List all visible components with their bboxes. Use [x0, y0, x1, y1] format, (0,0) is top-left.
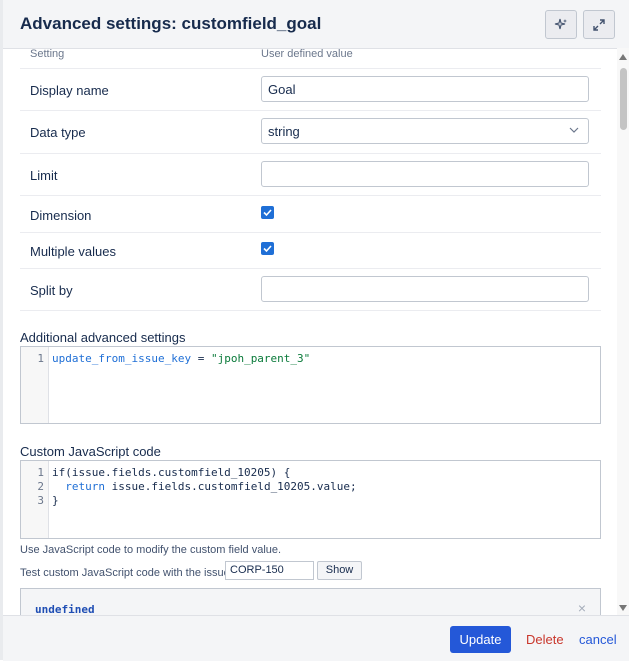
check-icon	[263, 209, 272, 217]
setting-row-display-name: Display name Goal	[20, 69, 601, 111]
line-gutter: 1 2 3	[21, 461, 49, 538]
test-result-value: undefined	[35, 603, 95, 615]
setting-row-data-type: Data type string	[20, 111, 601, 154]
setting-label: Limit	[30, 168, 58, 183]
test-result-panel: undefined ×	[20, 588, 601, 615]
display-name-input[interactable]: Goal	[261, 76, 589, 102]
line-gutter: 1	[21, 347, 49, 423]
delete-button[interactable]: Delete	[526, 632, 564, 647]
custom-js-label: Custom JavaScript code	[20, 444, 161, 459]
setting-row-split-by: Split by	[20, 269, 601, 311]
line-number: 2	[37, 480, 44, 493]
setting-label: Dimension	[30, 208, 92, 223]
test-issue-label: Test custom JavaScript code with the iss…	[20, 567, 230, 579]
column-header-setting: Setting	[30, 48, 65, 60]
code-line: return issue.fields.customfield_10205.va…	[52, 480, 357, 493]
setting-row-multiple-values: Multiple values	[20, 233, 601, 269]
scrollbar-thumb[interactable]	[620, 68, 627, 130]
ai-sparkle-button[interactable]	[545, 10, 577, 39]
dialog-body: Setting User defined value Display name …	[3, 48, 629, 615]
chevron-down-icon	[569, 127, 579, 133]
code-token-string: "jpoh_parent_3"	[210, 352, 311, 365]
advanced-settings-dialog: Advanced settings: customfield_goal Sett…	[3, 0, 629, 661]
dialog-footer: Update Delete cancel	[3, 615, 629, 661]
setting-row-limit: Limit	[20, 154, 601, 196]
setting-label: Display name	[30, 83, 109, 98]
check-icon	[263, 245, 272, 253]
cancel-button[interactable]: cancel	[579, 632, 617, 647]
code-token-op: =	[191, 352, 211, 365]
setting-row-dimension: Dimension	[20, 196, 601, 233]
code-line: if(issue.fields.customfield_10205) {	[52, 466, 291, 479]
close-icon[interactable]: ×	[578, 600, 586, 615]
setting-label: Multiple values	[30, 244, 116, 259]
js-help-note: Use JavaScript code to modify the custom…	[20, 544, 282, 556]
expand-button[interactable]	[583, 10, 615, 39]
setting-label: Split by	[30, 283, 73, 298]
update-button[interactable]: Update	[450, 626, 511, 653]
test-issue-input[interactable]: CORP-150	[225, 561, 314, 580]
line-number: 1	[37, 466, 44, 479]
data-type-select[interactable]: string	[261, 118, 589, 144]
multiple-values-checkbox[interactable]	[261, 242, 274, 255]
sparkle-icon	[554, 18, 567, 29]
scroll-up-icon[interactable]	[619, 54, 627, 60]
limit-input[interactable]	[261, 161, 589, 187]
dialog-header: Advanced settings: customfield_goal	[3, 0, 629, 49]
custom-js-editor[interactable]: 1 2 3 if(issue.fields.customfield_10205)…	[20, 460, 601, 539]
line-number: 3	[37, 494, 44, 507]
additional-settings-editor[interactable]: 1 update_from_issue_key = "jpoh_parent_3…	[20, 346, 601, 424]
dimension-checkbox[interactable]	[261, 206, 274, 219]
show-button[interactable]: Show	[317, 561, 362, 580]
code-line: update_from_issue_key = "jpoh_parent_3"	[52, 352, 310, 365]
code-token-key: update_from_issue_key	[52, 352, 192, 365]
code-token-keyword: return	[65, 480, 105, 493]
line-number: 1	[37, 352, 44, 365]
code-line: }	[52, 494, 59, 507]
scroll-down-icon[interactable]	[619, 605, 627, 611]
code-token-expression: issue.fields.customfield_10205.value;	[105, 480, 357, 493]
vertical-scrollbar[interactable]	[617, 48, 629, 615]
additional-settings-label: Additional advanced settings	[20, 330, 186, 345]
dialog-title: Advanced settings: customfield_goal	[20, 14, 322, 33]
expand-icon	[593, 18, 605, 31]
column-header-value: User defined value	[261, 48, 353, 60]
setting-label: Data type	[30, 125, 86, 140]
data-type-value: string	[268, 124, 300, 139]
split-by-input[interactable]	[261, 276, 589, 302]
